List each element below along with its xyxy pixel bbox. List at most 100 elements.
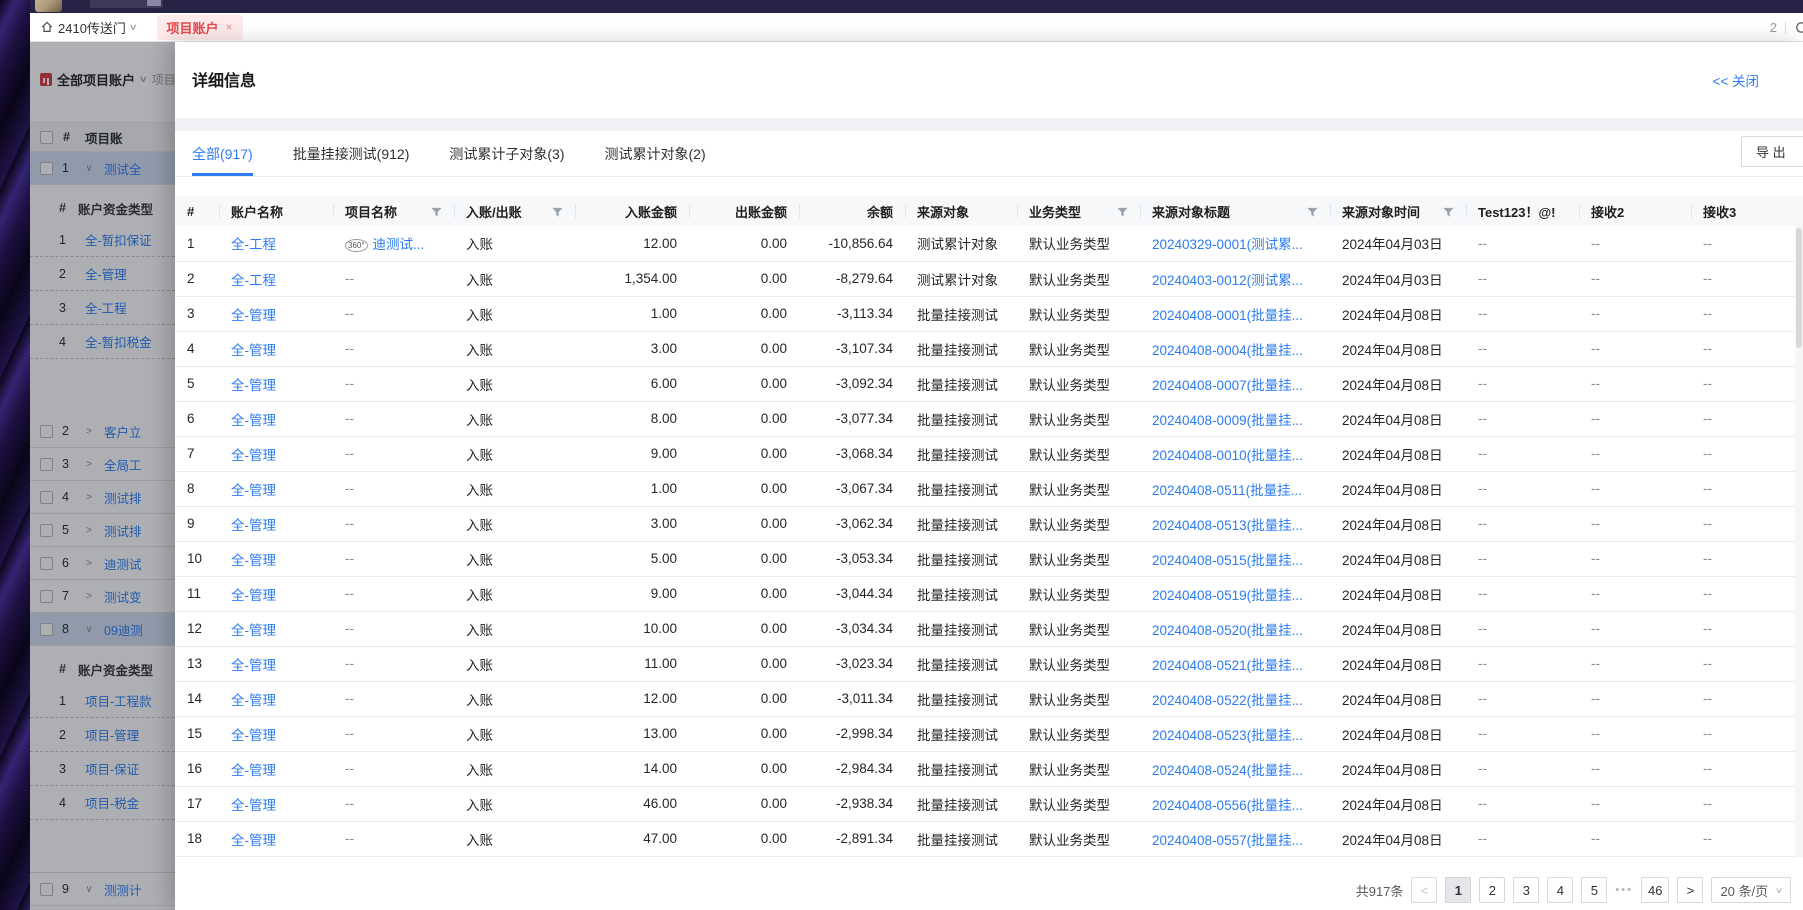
fund-type-link[interactable]: 项目-工程款 [85,691,152,710]
home-tab[interactable]: 2410传送门 ∨ [40,18,137,37]
row-checkbox[interactable] [40,491,53,504]
chevron-down-icon[interactable]: ∨ [83,624,95,635]
page-button-3[interactable]: 3 [1513,877,1539,903]
account-link[interactable]: 全-管理 [231,378,276,393]
page-button-2[interactable]: 2 [1479,877,1505,903]
next-page-button[interactable]: > [1677,877,1703,903]
title-link[interactable]: 20240408-0010(批量挂... [1152,448,1303,463]
page-button-46[interactable]: 46 [1641,877,1669,903]
vertical-scrollbar[interactable] [1795,226,1803,857]
chevron-down-icon[interactable]: ∨ [139,74,148,85]
account-link[interactable]: 全-管理 [231,448,276,463]
chevron-right-icon[interactable]: > [83,591,95,602]
fund-type-link[interactable]: 全-工程 [85,298,127,317]
chevron-down-icon[interactable]: ∨ [129,22,138,33]
row-checkbox[interactable] [40,557,53,570]
filter-icon[interactable] [431,206,442,217]
title-link[interactable]: 20240408-0521(批量挂... [1152,658,1303,673]
row-checkbox[interactable] [40,623,53,636]
account-group-link[interactable]: 测试排 [104,521,142,540]
row-checkbox[interactable] [40,590,53,603]
account-group-link[interactable]: 测试排 [104,488,142,507]
sidebar-group-row-8[interactable]: 8∨09迪测 [30,613,175,646]
account-group-link[interactable]: 全局工 [104,455,142,474]
account-link[interactable]: 全-管理 [231,343,276,358]
fund-type-link[interactable]: 项目-管理 [85,725,139,744]
filter-icon[interactable] [552,206,563,217]
account-link[interactable]: 全-管理 [231,483,276,498]
chevron-down-icon[interactable]: ∨ [83,163,95,174]
title-link[interactable]: 20240408-0515(批量挂... [1152,553,1303,568]
title-link[interactable]: 20240408-0004(批量挂... [1152,343,1303,358]
row-checkbox[interactable] [40,425,53,438]
sidebar-group-row-4[interactable]: 4>测试排 [30,481,175,514]
detail-tab-3[interactable]: 测试累计子对象(3) [449,131,564,176]
fund-type-link[interactable]: 全-暂扣税金 [85,332,152,351]
fund-type-link[interactable]: 全-管理 [85,264,127,283]
title-link[interactable]: 20240408-0511(批量挂... [1152,483,1302,498]
sidebar-group-row-2[interactable]: 2>客户立 [30,415,175,448]
account-link[interactable]: 全-管理 [231,623,276,638]
chevron-down-icon[interactable]: ∨ [83,884,95,895]
detail-tab-2[interactable]: 批量挂接测试(912) [293,131,410,176]
sidebar-group-row-1[interactable]: 1∨测试全 [30,152,175,185]
filter-icon[interactable] [1117,206,1128,217]
row-checkbox[interactable] [40,162,53,175]
refresh-icon[interactable] [1794,20,1803,35]
page-button-4[interactable]: 4 [1547,877,1573,903]
account-link[interactable]: 全-管理 [231,728,276,743]
row-checkbox[interactable] [40,524,53,537]
chevron-right-icon[interactable]: > [83,525,95,536]
account-link[interactable]: 全-管理 [231,798,276,813]
title-link[interactable]: 20240408-0520(批量挂... [1152,623,1303,638]
chevron-right-icon[interactable]: > [83,558,95,569]
title-link[interactable]: 20240403-0012(测试累... [1152,273,1303,288]
title-link[interactable]: 20240408-0556(批量挂... [1152,798,1303,813]
account-link[interactable]: 全-管理 [231,693,276,708]
more-pages-ellipsis[interactable]: ••• [1615,884,1633,896]
account-group-link[interactable]: 测试全 [104,159,142,178]
account-group-link[interactable]: 测测计 [104,880,142,899]
row-checkbox[interactable] [40,883,53,896]
sidebar-title-row[interactable]: 全部项目账户 ∨ 项目 [40,70,175,89]
sidebar-group-row-3[interactable]: 3>全局工 [30,448,175,481]
account-link[interactable]: 全-管理 [231,413,276,428]
title-link[interactable]: 20240408-0557(批量挂... [1152,833,1303,848]
row-checkbox[interactable] [40,458,53,471]
fund-type-link[interactable]: 项目-税金 [85,793,139,812]
title-link[interactable]: 20240408-0519(批量挂... [1152,588,1303,603]
title-link[interactable]: 20240408-0513(批量挂... [1152,518,1303,533]
select-all-checkbox[interactable] [40,131,53,144]
export-button[interactable]: 导 出 [1741,136,1803,167]
fund-type-link[interactable]: 全-暂扣保证 [85,230,152,249]
drawer-close-link[interactable]: << 关闭 [1712,70,1759,90]
sidebar-group-row-5[interactable]: 5>测试排 [30,514,175,547]
prev-page-button[interactable]: < [1411,877,1437,903]
title-link[interactable]: 20240408-0007(批量挂... [1152,378,1303,393]
project-link[interactable]: 迪测试... [373,237,425,252]
sidebar-group-row-9[interactable]: 9∨测测计 [30,873,175,906]
account-link[interactable]: 全-管理 [231,308,276,323]
detail-tab-1[interactable]: 全部(917) [192,131,253,176]
account-link[interactable]: 全-管理 [231,658,276,673]
account-link[interactable]: 全-管理 [231,763,276,778]
account-link[interactable]: 全-管理 [231,833,276,848]
page-size-select[interactable]: 20 条/页∨ [1711,877,1791,903]
filter-icon[interactable] [1443,206,1454,217]
fund-type-link[interactable]: 项目-保证 [85,759,139,778]
sidebar-group-row-6[interactable]: 6>迪测试 [30,547,175,580]
title-link[interactable]: 20240408-0523(批量挂... [1152,728,1303,743]
close-tab-icon[interactable]: × [226,20,233,34]
topbar-input[interactable] [90,0,163,8]
account-group-link[interactable]: 测试变 [104,587,142,606]
account-link[interactable]: 全-管理 [231,518,276,533]
chevron-right-icon[interactable]: > [83,426,95,437]
sidebar-group-row-7[interactable]: 7>测试变 [30,580,175,613]
avatar[interactable] [35,0,62,12]
title-link[interactable]: 20240408-0522(批量挂... [1152,693,1303,708]
account-group-link[interactable]: 迪测试 [104,554,142,573]
topbar-input-button[interactable] [147,0,161,6]
scrollbar-thumb[interactable] [1796,228,1802,348]
title-link[interactable]: 20240329-0001(测试累... [1152,237,1303,252]
account-link[interactable]: 全-工程 [231,273,276,288]
